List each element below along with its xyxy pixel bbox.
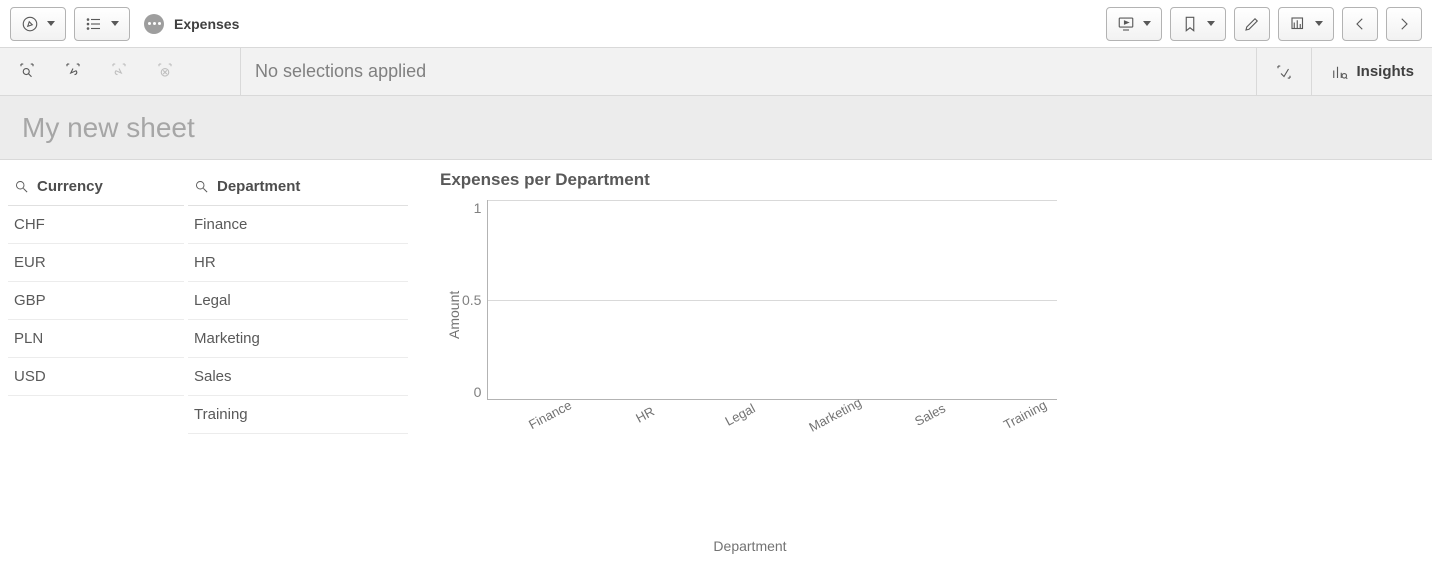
list-icon: [85, 15, 103, 33]
caret-down-icon: [1143, 21, 1151, 26]
x-axis-label: Department: [440, 538, 1060, 554]
insights-button[interactable]: Insights: [1311, 48, 1432, 95]
pencil-icon: [1243, 15, 1261, 33]
sheets-button[interactable]: [1278, 7, 1334, 41]
filter-item[interactable]: Finance: [188, 206, 408, 244]
caret-down-icon: [1207, 21, 1215, 26]
bookmark-icon: [1181, 15, 1199, 33]
caret-down-icon: [47, 21, 55, 26]
y-axis-label: Amount: [440, 200, 462, 430]
step-back-button[interactable]: [64, 61, 82, 82]
filter-item[interactable]: Training: [188, 396, 408, 434]
filter-item[interactable]: USD: [8, 358, 184, 396]
sheet-title[interactable]: My new sheet: [22, 112, 195, 144]
navigate-button[interactable]: [10, 7, 66, 41]
filter-item[interactable]: EUR: [8, 244, 184, 282]
bookmarks-button[interactable]: [1170, 7, 1226, 41]
filter-header-department[interactable]: Department: [188, 170, 408, 206]
filter-item[interactable]: Sales: [188, 358, 408, 396]
y-axis-ticks: 10.50: [462, 200, 487, 400]
chevron-left-icon: [1351, 15, 1369, 33]
y-tick: 1: [474, 200, 482, 216]
present-button[interactable]: [1106, 7, 1162, 41]
y-tick: 0: [474, 384, 482, 400]
filter-list-currency: CHFEURGBPPLNUSD: [8, 206, 184, 396]
filter-header-currency[interactable]: Currency: [8, 170, 184, 206]
filter-item[interactable]: PLN: [8, 320, 184, 358]
clear-selections-button[interactable]: [156, 61, 174, 82]
chart-plot-area[interactable]: [487, 200, 1057, 400]
step-forward-button[interactable]: [110, 61, 128, 82]
sheet-list-button[interactable]: [74, 7, 130, 41]
filter-header-label: Department: [217, 178, 300, 195]
compass-icon: [21, 15, 39, 33]
sheet-content: Currency CHFEURGBPPLNUSD Department Fina…: [0, 160, 1432, 585]
filter-item[interactable]: HR: [188, 244, 408, 282]
selection-tool-icon: [1275, 63, 1293, 81]
filter-item[interactable]: GBP: [8, 282, 184, 320]
x-axis-ticks: FinanceHRLegalMarketingSalesTraining: [494, 430, 1064, 480]
top-toolbar: Expenses: [0, 0, 1432, 48]
sheet-title-bar: My new sheet: [0, 96, 1432, 160]
chevron-right-icon: [1395, 15, 1413, 33]
app-menu-icon[interactable]: [144, 14, 164, 34]
insights-icon: [1330, 63, 1348, 81]
selections-bar: No selections applied Insights: [0, 48, 1432, 96]
smart-search-button[interactable]: [18, 61, 36, 82]
filter-item[interactable]: Legal: [188, 282, 408, 320]
filter-header-label: Currency: [37, 178, 103, 195]
chart-pane: Expenses per Department Amount 10.50 Fin…: [412, 170, 1424, 585]
play-monitor-icon: [1117, 15, 1135, 33]
filter-list-department: FinanceHRLegalMarketingSalesTraining: [188, 206, 408, 434]
filter-item[interactable]: CHF: [8, 206, 184, 244]
edit-sheet-button[interactable]: [1234, 7, 1270, 41]
search-icon: [194, 179, 209, 194]
selection-search-icon: [18, 61, 36, 79]
next-sheet-button[interactable]: [1386, 7, 1422, 41]
filter-item[interactable]: Marketing: [188, 320, 408, 358]
y-tick: 0.5: [462, 292, 481, 308]
clear-selection-icon: [156, 61, 174, 79]
selections-message: No selections applied: [240, 48, 1256, 95]
app-title: Expenses: [174, 16, 239, 32]
insights-label: Insights: [1356, 63, 1414, 80]
search-icon: [14, 179, 29, 194]
undo-selection-icon: [64, 61, 82, 79]
selections-tool-button[interactable]: [1256, 48, 1311, 95]
app-title-area: Expenses: [144, 14, 239, 34]
redo-selection-icon: [110, 61, 128, 79]
prev-sheet-button[interactable]: [1342, 7, 1378, 41]
filter-pane-currency: Currency CHFEURGBPPLNUSD: [8, 170, 184, 585]
chart-title: Expenses per Department: [440, 170, 1424, 190]
sheets-icon: [1289, 15, 1307, 33]
caret-down-icon: [1315, 21, 1323, 26]
filter-pane-department: Department FinanceHRLegalMarketingSalesT…: [188, 170, 408, 585]
caret-down-icon: [111, 21, 119, 26]
